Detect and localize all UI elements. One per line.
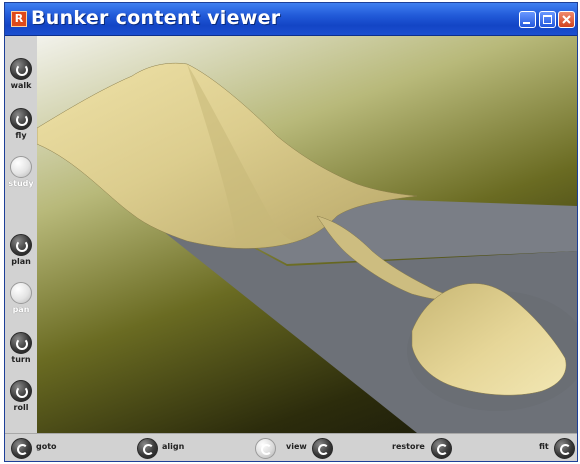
roll-label: roll: [13, 403, 29, 412]
minimize-button[interactable]: [519, 11, 536, 28]
fit-button[interactable]: [554, 438, 575, 459]
restore-button[interactable]: [431, 438, 452, 459]
study-icon: [10, 156, 32, 178]
turn-tool[interactable]: turn: [5, 332, 37, 364]
align-button[interactable]: [137, 438, 158, 459]
walk-label: walk: [10, 81, 32, 90]
title-bar[interactable]: R Bunker content viewer: [5, 3, 577, 36]
plan-tool[interactable]: plan: [5, 234, 37, 266]
plan-icon: [10, 234, 32, 256]
close-button[interactable]: [558, 11, 575, 28]
goto-button[interactable]: [11, 438, 32, 459]
restore-label: restore: [392, 442, 425, 451]
align-icon: [143, 444, 154, 455]
goto-label: goto: [36, 442, 57, 451]
view-left-icon: [261, 444, 272, 455]
view-label: view: [286, 442, 307, 451]
plan-label: plan: [11, 257, 31, 266]
view-right-icon: [318, 444, 329, 455]
fly-label: fly: [15, 131, 27, 140]
roll-tool[interactable]: roll: [5, 380, 37, 412]
study-tool[interactable]: study: [5, 156, 37, 188]
maximize-icon: [543, 15, 552, 24]
fly-icon: [10, 108, 32, 130]
window-title: Bunker content viewer: [31, 7, 281, 29]
pan-tool[interactable]: pan: [5, 282, 37, 314]
terrain-model[interactable]: [37, 36, 577, 433]
3d-viewport[interactable]: [37, 36, 577, 433]
minimize-icon: [523, 22, 530, 24]
view-button-right[interactable]: [312, 438, 333, 459]
fit-icon: [560, 444, 571, 455]
fly-tool[interactable]: fly: [5, 108, 37, 140]
maximize-button[interactable]: [539, 11, 556, 28]
pan-icon: [10, 282, 32, 304]
align-label: align: [162, 442, 185, 451]
turn-icon: [10, 332, 32, 354]
walk-icon: [10, 58, 32, 80]
pan-label: pan: [12, 305, 30, 314]
turn-label: turn: [11, 355, 31, 364]
goto-icon: [17, 444, 28, 455]
walk-tool[interactable]: walk: [5, 58, 37, 90]
bottom-toolbar: goto align view restore fit: [5, 433, 577, 461]
close-icon: [562, 15, 571, 24]
restore-icon: [437, 444, 448, 455]
fit-label: fit: [539, 442, 549, 451]
app-icon[interactable]: R: [11, 11, 27, 27]
roll-icon: [10, 380, 32, 402]
study-label: study: [8, 179, 34, 188]
app-window: R Bunker content viewer walk fly study p…: [4, 2, 578, 462]
view-button-left[interactable]: [255, 438, 276, 459]
navigation-toolbar: walk fly study plan pan turn roll: [5, 36, 38, 433]
